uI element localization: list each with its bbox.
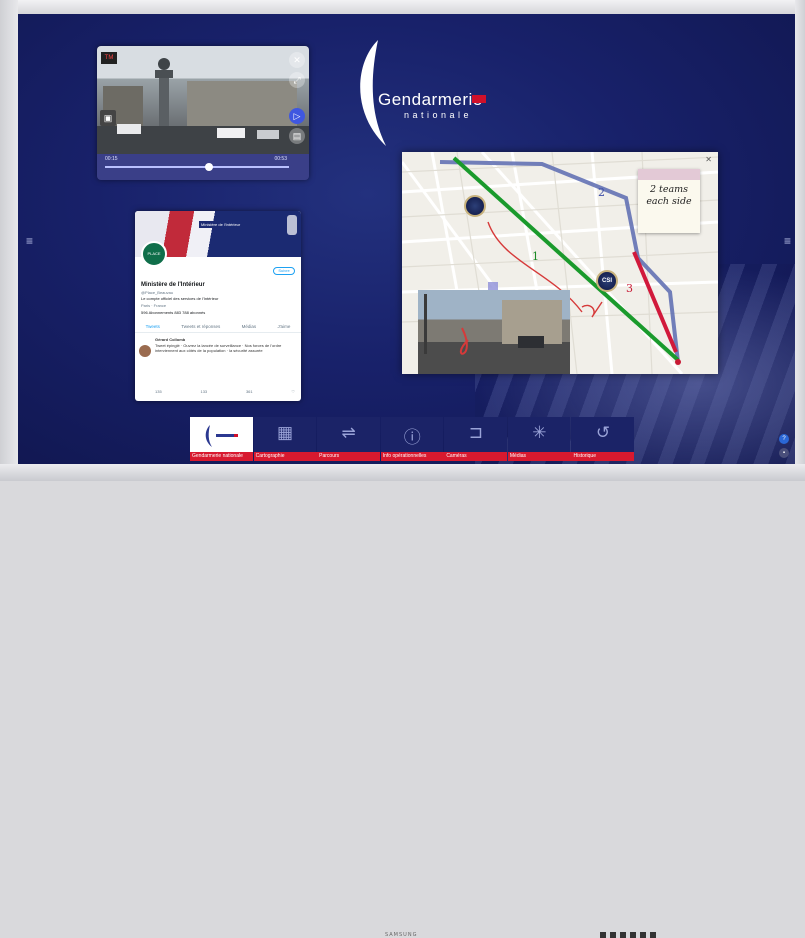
app-cartographie[interactable]: ▦ Cartographie	[253, 417, 317, 461]
csi-badge[interactable]: CSI	[596, 270, 618, 292]
camera-icon[interactable]: ▣	[100, 110, 116, 126]
tweet-actions: 135 133 361 ♡	[155, 389, 295, 394]
app-info-operationnelles[interactable]: ⓘ Info opérationnelles	[380, 417, 444, 461]
gendarmerie-logo-thumb-icon	[190, 423, 253, 454]
app-gendarmerie-nationale[interactable]: Gendarmerie nationale	[190, 417, 253, 461]
share-icon[interactable]: ♡	[291, 389, 295, 394]
app-label: Historique	[571, 452, 635, 461]
profile-tabs: Tweets Tweets et réponses Médias J'aime	[135, 321, 301, 333]
tweet-text: Tweet épinglé · Ouvrez la lancée de surv…	[155, 342, 282, 354]
street-photo-overlay[interactable]	[418, 290, 570, 374]
app-label: Caméras	[444, 452, 508, 461]
video-seek-bar[interactable]	[105, 166, 289, 168]
tab-likes[interactable]: J'aime	[277, 321, 290, 332]
video-seek-handle[interactable]	[205, 163, 213, 171]
camera-icon: ⊐	[468, 423, 483, 442]
twitter-profile-window[interactable]: Ministère de l'Intérieur PLACE BEAUVAU S…	[135, 211, 301, 401]
expand-icon[interactable]: ⤢	[289, 72, 305, 88]
app-label: Médias	[507, 452, 571, 461]
close-icon[interactable]: ✕	[705, 155, 712, 164]
display-bezel-bottom: SAMSUNG	[0, 464, 805, 938]
video-frame-place-de-la-republique	[97, 46, 309, 154]
media-icon: ✳	[532, 423, 547, 442]
sticky-note[interactable]: 2 teams each side	[638, 169, 700, 233]
play-icon[interactable]: ▷	[289, 108, 305, 124]
profile-name: Ministère de l'Intérieur	[141, 282, 205, 288]
reply-count[interactable]: 135	[155, 389, 162, 394]
display-bezel-left	[0, 0, 18, 481]
logo-subtitle: nationale	[404, 110, 473, 120]
close-icon[interactable]: ✕	[289, 52, 305, 68]
right-menu-handle-icon[interactable]: ≡	[784, 234, 791, 248]
logo-flag	[472, 95, 486, 103]
video-time-elapsed: 00:15	[105, 156, 118, 162]
app-label: Info opérationnelles	[380, 452, 444, 461]
channel-badge: TM	[101, 52, 117, 64]
profile-meta: Paris · France	[141, 303, 167, 308]
tweet-avatar	[139, 345, 151, 357]
left-menu-handle-icon[interactable]: ≡	[26, 234, 33, 248]
profile-bio: Le compte officiel des services de l'Int…	[141, 296, 219, 301]
profile-handle: @Place_Beauvau	[141, 290, 174, 295]
display-bezel-right	[795, 0, 805, 481]
tab-media[interactable]: Médias	[242, 321, 257, 332]
like-count[interactable]: 361	[246, 389, 253, 394]
avatar: PLACE BEAUVAU	[141, 241, 167, 278]
profile-stats: 596 Abonnements 883 788 abonnés	[141, 310, 206, 315]
retweet-count[interactable]: 133	[200, 389, 207, 394]
desktop-screen: ≡ ≡ Gendarmerie nationale TM ▣ ✕ ⤢ ▷ ▤ 0…	[18, 14, 795, 464]
video-player-window[interactable]: TM ▣ ✕ ⤢ ▷ ▤ ⋯ 00:15 00:53	[97, 46, 309, 180]
brand-label: SAMSUNG	[385, 932, 418, 938]
video-controls: 00:15 00:53	[97, 154, 309, 180]
sticky-note-bar[interactable]	[638, 169, 700, 180]
tab-tweets[interactable]: Tweets	[146, 321, 160, 332]
scroll-handle[interactable]	[287, 215, 297, 235]
app-historique[interactable]: ↺ Historique	[571, 417, 635, 461]
tab-tweets-replies[interactable]: Tweets et réponses	[181, 321, 220, 332]
app-label: Gendarmerie nationale	[190, 452, 253, 461]
unit-badge[interactable]	[464, 195, 486, 217]
route-label-1: 1	[532, 250, 539, 263]
banner-caption: Ministère de l'Intérieur	[199, 221, 243, 228]
map-window[interactable]: 2 1 3 CSI 2 teams each side ✕	[402, 152, 718, 374]
screenshot-icon[interactable]: ▤	[289, 128, 305, 144]
trash-icon[interactable]: ▪	[779, 448, 789, 458]
display-bezel-top	[0, 0, 805, 14]
route-icon: ⇌	[341, 423, 356, 442]
bezel-ports	[600, 932, 660, 938]
video-time-total: 00:53	[274, 156, 287, 162]
follow-button[interactable]: Suivre	[273, 267, 295, 275]
app-medias[interactable]: ✳ Médias	[507, 417, 571, 461]
route-label-2: 2	[598, 186, 605, 199]
sticky-note-text: 2 teams each side	[646, 184, 692, 207]
app-bar: Gendarmerie nationale ▦ Cartographie ⇌ P…	[190, 417, 635, 461]
app-cameras[interactable]: ⊐ Caméras	[444, 417, 508, 461]
history-icon: ↺	[595, 423, 611, 442]
route-label-3: 3	[626, 282, 633, 295]
help-icon[interactable]: ?	[779, 434, 789, 444]
logo-wordmark: Gendarmerie	[378, 90, 483, 109]
app-label: Cartographie	[253, 452, 317, 461]
app-parcours[interactable]: ⇌ Parcours	[317, 417, 381, 461]
info-icon: ⓘ	[403, 428, 421, 447]
app-label: Parcours	[317, 452, 381, 461]
map-grid-icon: ▦	[277, 423, 294, 442]
